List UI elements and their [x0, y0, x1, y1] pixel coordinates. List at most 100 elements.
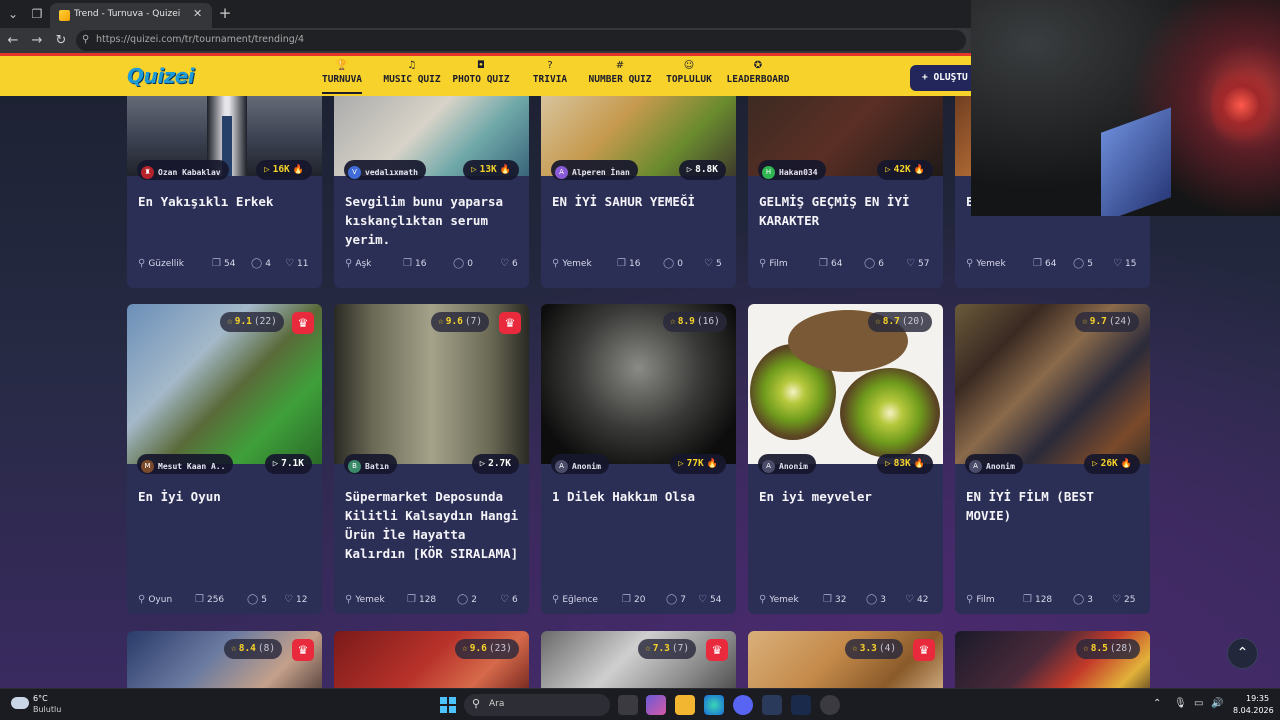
quiz-card[interactable]: ☆ 8.9 (16) A Anonim ▷ 77K 🔥 1 Dilek Hakkım Ol… [541, 304, 736, 614]
comment-count[interactable]: ◯ 6 [864, 258, 884, 269]
url-field[interactable]: ⚲ https://quizei.com/tr/tournament/trend… [76, 30, 966, 51]
like-count[interactable]: ♡ 25 [1112, 594, 1135, 605]
nav-item-topluluk[interactable]: ☺ TOPLULUK [665, 60, 713, 96]
creator-badge[interactable]: A Alperen İnan [551, 160, 638, 180]
nav-item-trivia[interactable]: ? TRIVIA [530, 60, 570, 96]
edge-browser-icon[interactable] [704, 695, 724, 715]
quiz-card[interactable]: ☆ 8.7 (20) A Anonim ▷ 83K 🔥 En iyi meyveler ⚲… [748, 304, 943, 614]
quiz-card[interactable]: ☆ 8.5 (28) [955, 631, 1150, 688]
comment-count[interactable]: ◯ 0 [663, 258, 683, 269]
new-tab-plus-icon[interactable]: + [216, 4, 234, 22]
app-icon[interactable] [762, 695, 782, 715]
quiz-card[interactable]: Vvedalıxmath ▷ 13K 🔥 Sevgilim bunu yaparsa… [334, 96, 529, 288]
card-title[interactable]: GELMİŞ GEÇMİŞ EN İYİ KARAKTER [759, 192, 937, 230]
widgets-app-icon[interactable] [646, 695, 666, 715]
like-count[interactable]: ♡ 6 [500, 594, 518, 605]
tab-list-chevron-icon[interactable]: ⌄ [2, 4, 24, 24]
card-title[interactable]: En Yakışıklı Erkek [138, 192, 316, 211]
creator-badge[interactable]: A Anonim [965, 454, 1023, 474]
quiz-card[interactable]: ☆ 9.1 (22) ♛ M Mesut Kaan A.. ▷ 7.1K En İyi … [127, 304, 322, 614]
creator-badge[interactable]: H Hakan034 [758, 160, 826, 180]
steam-icon[interactable] [791, 695, 811, 715]
comment-count[interactable]: ◯ 4 [251, 258, 271, 269]
card-title[interactable]: 1 Dilek Hakkım Olsa [552, 487, 730, 506]
crown-icon[interactable]: ♛ [706, 639, 728, 661]
comment-count[interactable]: ◯ 2 [457, 594, 477, 605]
like-count[interactable]: ♡ 12 [284, 594, 307, 605]
quiz-card[interactable]: A Alperen İnan ▷ 8.8K EN İYİ SAHUR YEMEĞİ … [541, 96, 736, 288]
category[interactable]: ⚲ Film [966, 594, 995, 605]
card-title[interactable]: Sevgilim bunu yaparsa kıskançlıktan seru… [345, 192, 523, 249]
nav-item-photo-quiz[interactable]: ◘ PHOTO QUIZ [451, 60, 511, 96]
category[interactable]: ⚲ Oyun [138, 594, 172, 605]
quiz-card[interactable]: ♜ Ozan Kabaklav ▷ 16K 🔥 En Yakışıklı Erkek … [127, 96, 322, 288]
card-title[interactable]: EN İYİ FİLM (BEST MOVIE) [966, 487, 1144, 525]
microphone-icon[interactable]: 🎙 [1174, 698, 1187, 709]
clock-time[interactable]: 19:35 [1246, 694, 1269, 703]
site-info-icon[interactable]: ⚲ [82, 34, 89, 45]
quiz-card[interactable]: ☆ 7.3 (7) ♛ [541, 631, 736, 688]
reload-icon[interactable]: ↻ [51, 31, 71, 51]
category[interactable]: ⚲ Yemek [552, 258, 592, 269]
quiz-card[interactable]: ☆ 9.6 (7) ♛ B Batın ▷ 2.7K Süpermarket Depos… [334, 304, 529, 614]
like-count[interactable]: ♡ 57 [906, 258, 929, 269]
comment-count[interactable]: ◯ 3 [1073, 594, 1093, 605]
crown-icon[interactable]: ♛ [292, 639, 314, 661]
back-arrow-icon[interactable]: ← [3, 31, 23, 51]
quiz-card[interactable]: H Hakan034 ▷ 42K 🔥 GELMİŞ GEÇMİŞ EN İYİ KAR… [748, 96, 943, 288]
chevron-up-icon[interactable]: ⌃ [1153, 698, 1161, 709]
card-title[interactable]: En iyi meyveler [759, 487, 937, 506]
crown-icon[interactable]: ♛ [292, 312, 314, 334]
forward-arrow-icon[interactable]: → [27, 31, 47, 51]
like-count[interactable]: ♡ 42 [905, 594, 928, 605]
card-title[interactable]: EN İYİ SAHUR YEMEĞİ [552, 192, 730, 211]
crown-icon[interactable]: ♛ [499, 312, 521, 334]
card-title[interactable]: En İyi Oyun [138, 487, 316, 506]
comment-count[interactable]: ◯ 7 [666, 594, 686, 605]
like-count[interactable]: ♡ 15 [1113, 258, 1136, 269]
creator-badge[interactable]: A Anonim [758, 454, 816, 474]
windows-start-icon[interactable] [440, 697, 456, 713]
quiz-card[interactable]: ☆ 9.7 (24) A Anonim ▷ 26K 🔥 EN İYİ FİLM (BEST… [955, 304, 1150, 614]
discord-icon[interactable] [733, 695, 753, 715]
creator-badge[interactable]: B Batın [344, 454, 398, 474]
nav-item-number-quiz[interactable]: # NUMBER QUIZ [586, 60, 654, 96]
network-icon[interactable]: ▭ [1194, 698, 1203, 709]
quiz-card[interactable]: ☆ 8.4 (8) ♛ [127, 631, 322, 688]
tab-close-icon[interactable]: ✕ [193, 7, 202, 20]
task-view-icon[interactable] [618, 695, 638, 715]
creator-badge[interactable]: ♜ Ozan Kabaklav [137, 160, 229, 180]
like-count[interactable]: ♡ 54 [698, 594, 721, 605]
quiz-card[interactable]: ☆ 3.3 (4) ♛ [748, 631, 943, 688]
creator-badge[interactable]: M Mesut Kaan A.. [137, 454, 234, 474]
category[interactable]: ⚲ Yemek [759, 594, 799, 605]
app-icon[interactable] [820, 695, 840, 715]
like-count[interactable]: ♡ 11 [285, 258, 308, 269]
site-logo[interactable]: Quizei [127, 64, 195, 88]
clock-date[interactable]: 8.04.2026 [1233, 706, 1274, 715]
browser-tab-active[interactable]: Trend - Turnuva - Quizei ✕ [50, 3, 212, 28]
nav-item-turnuva[interactable]: 🏆 TURNUVA [320, 60, 364, 96]
creator-badge[interactable]: Vvedalıxmath [344, 160, 426, 180]
category[interactable]: ⚲ Aşk [345, 258, 371, 269]
crown-icon[interactable]: ♛ [913, 639, 935, 661]
category[interactable]: ⚲ Eğlence [552, 594, 598, 605]
card-title[interactable]: Süpermarket Deposunda Kilitli Kalsaydın … [345, 487, 523, 563]
category[interactable]: ⚲ Yemek [345, 594, 385, 605]
like-count[interactable]: ♡ 5 [704, 258, 722, 269]
category[interactable]: ⚲ Güzellik [138, 258, 184, 269]
comment-count[interactable]: ◯ 5 [247, 594, 267, 605]
nav-item-leaderboard[interactable]: ✪ LEADERBOARD [726, 60, 790, 96]
nav-item-music-quiz[interactable]: ♫ MUSIC QUIZ [381, 60, 443, 96]
weather-temperature[interactable]: 6°C [33, 694, 48, 703]
tab-groups-icon[interactable]: ❐ [26, 4, 48, 24]
category[interactable]: ⚲ Film [759, 258, 788, 269]
file-explorer-icon[interactable] [675, 695, 695, 715]
quiz-card[interactable]: ☆ 9.6 (23) [334, 631, 529, 688]
comment-count[interactable]: ◯ 0 [453, 258, 473, 269]
taskbar-search[interactable]: ⚲ Ara [464, 694, 610, 716]
creator-badge[interactable]: A Anonim [551, 454, 609, 474]
volume-icon[interactable]: 🔊 [1211, 698, 1223, 709]
like-count[interactable]: ♡ 6 [500, 258, 518, 269]
cloud-icon[interactable] [11, 697, 29, 709]
